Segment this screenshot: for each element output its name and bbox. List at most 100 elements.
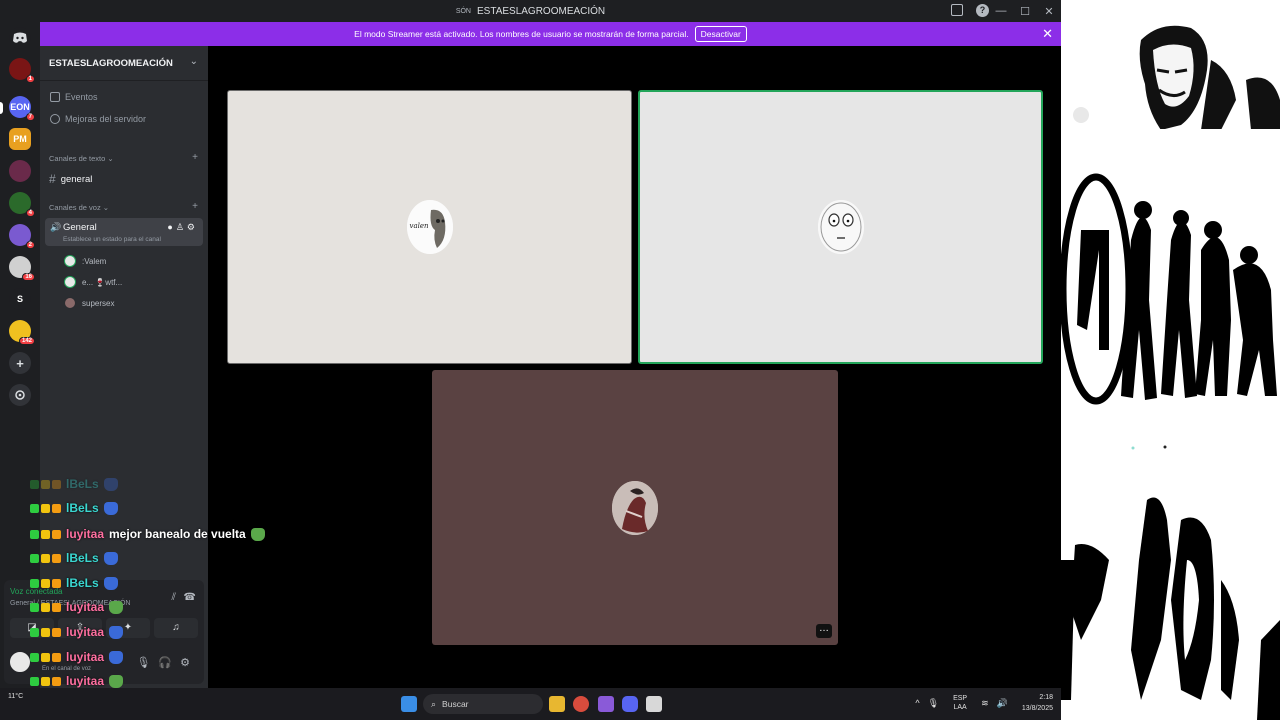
- server-icon-s[interactable]: S: [9, 288, 31, 310]
- more-options-button[interactable]: …: [816, 624, 832, 638]
- close-window-button[interactable]: ✕: [1037, 5, 1061, 18]
- chat-nick: luyitaa: [66, 650, 105, 664]
- avatar: [64, 255, 76, 267]
- server-icon-7[interactable]: 16: [9, 256, 35, 281]
- minimize-button[interactable]: —: [989, 5, 1013, 17]
- browser-icon[interactable]: [573, 696, 589, 712]
- emote-icon: [103, 501, 118, 515]
- chat-badge-icon: [30, 652, 39, 662]
- screen: SÓN ESTAESLAGROOMEACIÓN ? — ☐ ✕ 1 EON 7 P…: [0, 0, 1280, 720]
- add-voice-channel-icon[interactable]: +: [192, 201, 198, 212]
- calendar-icon: [50, 92, 60, 102]
- chat-badge-icon: [30, 503, 39, 513]
- emote-icon: [103, 551, 118, 565]
- mic-tray-icon[interactable]: 🎙: [928, 698, 939, 709]
- deactivate-button[interactable]: Desactivar: [694, 26, 747, 42]
- help-icon[interactable]: ?: [976, 4, 989, 17]
- chat-badge-icon: [52, 529, 61, 539]
- emote-icon: [103, 477, 118, 491]
- discord-home-icon[interactable]: [9, 27, 31, 49]
- search-icon: ⌕: [431, 698, 437, 709]
- add-member-icon[interactable]: ♙: [176, 222, 187, 232]
- add-server-icon[interactable]: +: [9, 352, 31, 374]
- chat-message: lBeLs: [30, 574, 118, 592]
- hash-icon: #: [49, 172, 56, 186]
- emote-icon: [109, 625, 124, 639]
- voice-member[interactable]: e... 🍷wtf...: [64, 276, 122, 288]
- volume-icon[interactable]: 🔊: [997, 698, 1008, 709]
- inbox-icon[interactable]: [951, 4, 963, 16]
- chat-message: luyitaa: [30, 623, 124, 641]
- voice-member[interactable]: supersex: [64, 297, 114, 309]
- chat-message: lBeLs: [30, 475, 118, 493]
- nav-server-boosts[interactable]: Mejoras del servidor: [50, 114, 146, 124]
- language-indicator[interactable]: ESP LAA: [953, 694, 967, 712]
- chevron-down-icon[interactable]: ⌄: [190, 56, 198, 67]
- close-banner-icon[interactable]: ✕: [1042, 26, 1053, 42]
- clock[interactable]: 2:18 13/8/2025: [1022, 692, 1053, 714]
- chat-badge-icon: [30, 627, 39, 637]
- file-explorer-icon[interactable]: [549, 696, 565, 712]
- video-tile-1[interactable]: valen: [227, 90, 632, 364]
- chat-badge-icon: [52, 553, 61, 563]
- divider: [40, 80, 208, 81]
- server-name[interactable]: ESTAESLAGROOMEACIÓN: [49, 58, 173, 69]
- emote-icon: [109, 674, 124, 688]
- weather-widget[interactable]: 11°C: [8, 692, 23, 701]
- server-icon-4[interactable]: [9, 160, 31, 182]
- notification-badge: 16: [22, 273, 35, 281]
- chat-badge-icon: [41, 627, 50, 637]
- window-controls: — ☐ ✕: [989, 0, 1061, 22]
- server-icon-pm[interactable]: PM: [9, 128, 31, 150]
- discover-icon[interactable]: [9, 384, 31, 406]
- chevron-up-icon[interactable]: ^: [915, 698, 919, 708]
- server-icon-eon[interactable]: EON 7: [9, 96, 35, 121]
- chat-badge-icon: [41, 578, 50, 588]
- notification-badge: 1: [25, 75, 35, 83]
- chat-message: luyitaa: [30, 648, 124, 666]
- channel-general[interactable]: # general: [49, 172, 92, 186]
- chat-badge-icon: [41, 652, 50, 662]
- voice-category[interactable]: Canales de voz ⌄: [49, 203, 109, 212]
- chat-badge-icon: [41, 529, 50, 539]
- chat-badge-icon: [52, 503, 61, 513]
- member-name: supersex: [82, 298, 115, 308]
- start-icon[interactable]: [401, 696, 417, 712]
- chat-message: lBeLs: [30, 499, 118, 517]
- chat-badge-icon: [52, 602, 61, 612]
- wifi-icon[interactable]: ≋: [981, 698, 989, 709]
- video-tile-2-speaking[interactable]: [638, 90, 1043, 364]
- settings-icon[interactable]: ⚙: [187, 222, 198, 232]
- roblox-icon[interactable]: [646, 696, 662, 712]
- server-icon-1[interactable]: 1: [9, 58, 35, 83]
- chat-badge-icon: [30, 676, 39, 686]
- chat-badge-icon: [52, 578, 61, 588]
- chat-nick: luyitaa: [66, 625, 105, 639]
- discord-taskbar-icon[interactable]: [622, 696, 638, 712]
- chat-icon[interactable]: ●: [167, 222, 175, 232]
- member-name: :Valem: [82, 256, 107, 266]
- voice-channel-general[interactable]: 🔊 General Establece un estado para el ca…: [45, 218, 203, 246]
- server-icon-5[interactable]: 4: [9, 192, 35, 217]
- text-category[interactable]: Canales de texto ⌄: [49, 154, 114, 163]
- server-icon-6[interactable]: 2: [9, 224, 35, 249]
- server-icon-9[interactable]: 142: [9, 320, 35, 345]
- emote-icon: [109, 600, 124, 614]
- user-avatar[interactable]: [8, 650, 32, 674]
- app-icon[interactable]: [598, 696, 614, 712]
- server-label: S: [16, 294, 23, 304]
- video-tile-3[interactable]: …: [432, 370, 838, 645]
- nav-events[interactable]: Eventos: [50, 92, 98, 102]
- voice-member[interactable]: :Valem: [64, 255, 106, 267]
- boost-icon: [50, 114, 60, 124]
- search-label: Buscar: [442, 699, 469, 709]
- chat-badge-icon: [30, 602, 39, 612]
- maximize-button[interactable]: ☐: [1013, 5, 1037, 18]
- channel-status-input[interactable]: Establece un estado para el canal: [63, 236, 161, 243]
- chat-nick: lBeLs: [66, 477, 99, 491]
- add-text-channel-icon[interactable]: +: [192, 152, 198, 163]
- taskbar-search[interactable]: ⌕ Buscar: [423, 694, 543, 714]
- avatar: [64, 276, 76, 288]
- chat-nick: lBeLs: [66, 576, 99, 590]
- nav-events-label: Eventos: [65, 92, 98, 102]
